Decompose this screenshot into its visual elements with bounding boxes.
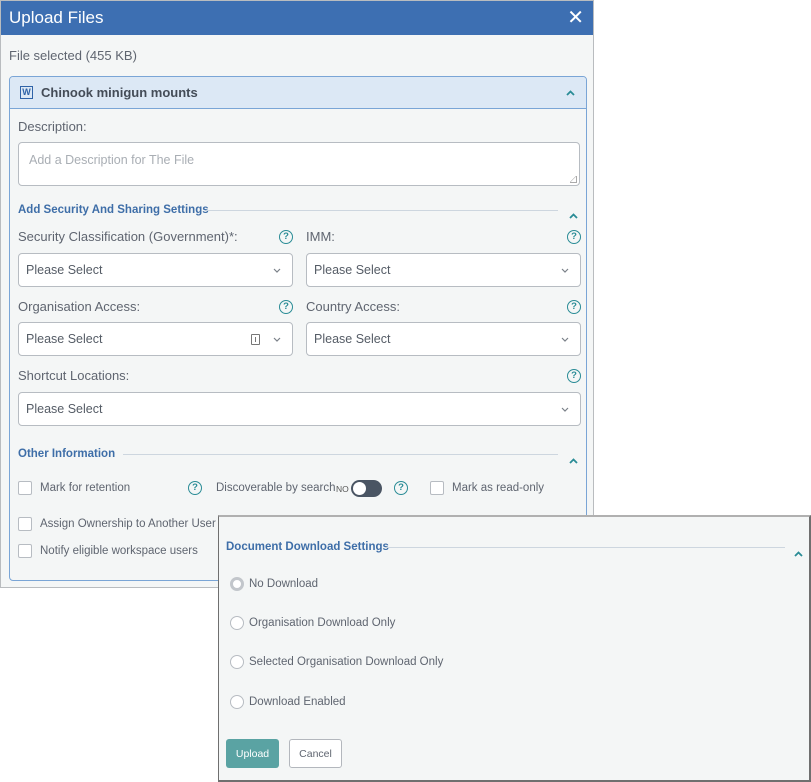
imm-label: IMM:: [306, 229, 335, 244]
chevron-down-icon: [560, 404, 570, 414]
download-option-label: Organisation Download Only: [249, 617, 396, 629]
mark-read-only-row[interactable]: Mark as read-only: [430, 481, 544, 495]
notify-users-checkbox[interactable]: [18, 544, 32, 558]
mark-for-retention-checkbox[interactable]: [18, 481, 32, 495]
download-option-selected-organisation-only[interactable]: Selected Organisation Download Only: [230, 655, 443, 669]
cancel-button[interactable]: Cancel: [289, 739, 342, 768]
dialog-titlebar: Upload Files ✕: [1, 1, 593, 35]
download-option-label: No Download: [249, 578, 319, 590]
shortcut-locations-value: Please Select: [26, 402, 103, 416]
upload-button[interactable]: Upload: [226, 739, 279, 768]
organisation-access-help-icon[interactable]: ?: [279, 300, 293, 314]
other-collapse-chevron-up-icon[interactable]: [569, 451, 578, 469]
section-divider: [206, 210, 558, 211]
organisation-access-value: Please Select: [26, 332, 103, 346]
file-name: Chinook minigun mounts: [41, 85, 198, 100]
word-document-icon: W: [20, 86, 33, 99]
chevron-down-icon: [272, 265, 282, 275]
imm-select[interactable]: Please Select: [306, 253, 581, 287]
radio-button-selected[interactable]: [230, 577, 244, 591]
shortcut-locations-select[interactable]: Please Select: [18, 392, 581, 426]
country-access-label: Country Access:: [306, 299, 400, 314]
discoverable-label: Discoverable by search: [216, 482, 336, 494]
list-picker-icon[interactable]: [251, 333, 260, 345]
notify-users-row[interactable]: Notify eligible workspace users: [18, 544, 198, 558]
chevron-down-icon: [560, 334, 570, 344]
document-download-settings-panel: Document Download Settings No Download O…: [218, 515, 811, 782]
imm-value: Please Select: [314, 263, 391, 277]
assign-ownership-checkbox[interactable]: [18, 517, 32, 531]
assign-ownership-row[interactable]: Assign Ownership to Another User: [18, 517, 216, 531]
download-collapse-chevron-up-icon[interactable]: [794, 544, 803, 562]
country-access-help-icon[interactable]: ?: [567, 300, 581, 314]
download-option-enabled[interactable]: Download Enabled: [230, 695, 346, 709]
radio-button[interactable]: [230, 655, 244, 669]
mark-for-retention-row[interactable]: Mark for retention: [18, 481, 130, 495]
dialog-title: Upload Files: [9, 8, 104, 27]
discoverable-toggle-wrap[interactable]: NO: [336, 480, 382, 497]
section-divider: [123, 454, 558, 455]
assign-ownership-label: Assign Ownership to Another User: [40, 518, 216, 530]
radio-button[interactable]: [230, 616, 244, 630]
shortcut-locations-help-icon[interactable]: ?: [567, 369, 581, 383]
security-collapse-chevron-up-icon[interactable]: [569, 206, 578, 224]
toggle-state-label: NO: [336, 483, 349, 494]
notify-users-label: Notify eligible workspace users: [40, 545, 198, 557]
organisation-access-label: Organisation Access:: [18, 299, 141, 314]
classification-select[interactable]: Please Select: [18, 253, 293, 287]
mark-for-retention-label: Mark for retention: [40, 482, 131, 494]
toggle-knob: [352, 482, 366, 495]
other-information-section-title: Other Information: [18, 448, 116, 460]
mark-read-only-checkbox[interactable]: [430, 481, 444, 495]
imm-help-icon[interactable]: ?: [567, 230, 581, 244]
shortcut-locations-label: Shortcut Locations:: [18, 368, 130, 383]
close-icon[interactable]: ✕: [567, 8, 584, 28]
description-label: Description:: [18, 119, 87, 134]
description-textarea[interactable]: Add a Description for The File: [18, 142, 580, 186]
upload-files-dialog: Upload Files ✕ File selected (455 KB) W …: [0, 0, 594, 588]
collapse-chevron-up-icon[interactable]: [566, 89, 576, 96]
download-option-label: Selected Organisation Download Only: [249, 656, 444, 668]
download-option-label: Download Enabled: [249, 696, 346, 708]
download-section-title: Document Download Settings: [226, 541, 389, 553]
discoverable-help-icon[interactable]: ?: [394, 481, 408, 495]
classification-value: Please Select: [26, 263, 103, 277]
country-access-value: Please Select: [314, 332, 391, 346]
mark-read-only-label: Mark as read-only: [452, 482, 545, 494]
download-option-organisation-only[interactable]: Organisation Download Only: [230, 616, 395, 630]
discoverable-toggle[interactable]: [350, 480, 382, 497]
classification-label: Security Classification (Government)*:: [18, 229, 238, 244]
chevron-down-icon: [272, 334, 282, 344]
classification-help-icon[interactable]: ?: [279, 230, 293, 244]
file-selected-text: File selected (455 KB): [9, 48, 137, 63]
country-access-select[interactable]: Please Select: [306, 322, 581, 356]
organisation-access-select[interactable]: Please Select: [18, 322, 293, 356]
file-panel: W Chinook minigun mounts Description: Ad…: [9, 76, 587, 581]
description-placeholder: Add a Description for The File: [29, 153, 195, 167]
security-section-title: Add Security And Sharing Settings: [18, 204, 209, 216]
resize-grip-icon[interactable]: [570, 176, 577, 183]
section-divider: [385, 547, 785, 548]
download-option-no-download[interactable]: No Download: [230, 577, 318, 591]
radio-button[interactable]: [230, 695, 244, 709]
discoverable-label-wrap: Discoverable by search: [216, 482, 336, 494]
chevron-down-icon: [560, 265, 570, 275]
file-panel-header[interactable]: W Chinook minigun mounts: [10, 77, 586, 109]
retention-help-icon[interactable]: ?: [188, 481, 202, 495]
